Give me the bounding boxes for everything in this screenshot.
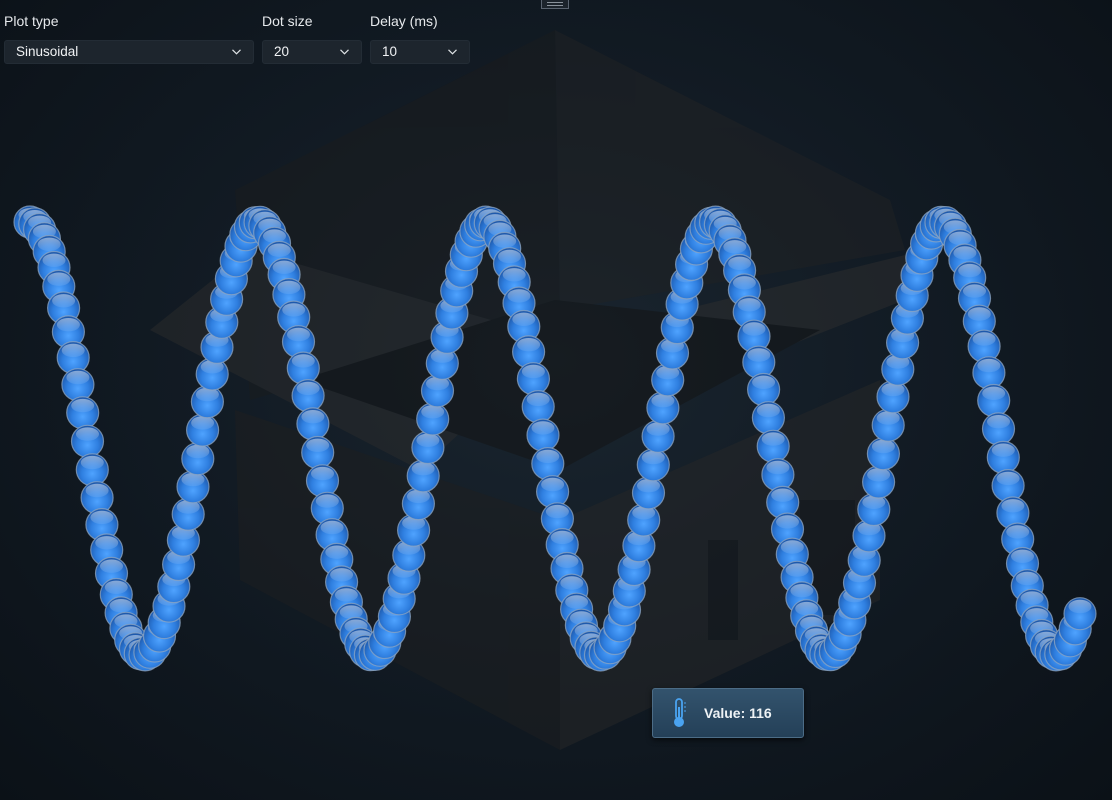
plot-dot [756,429,790,463]
plot-dot [75,453,109,487]
plot-dot [526,418,560,452]
plot-dot [181,442,215,476]
plot-dot [531,447,565,481]
plot-dot [296,407,330,441]
plot-dot [871,408,905,442]
plot-dot [176,470,210,504]
value-tooltip: Value: 116 [652,688,804,738]
plot-dot [641,419,675,453]
plot-dot [876,380,910,414]
plot-dot [861,465,896,499]
plot-dot [751,401,786,435]
plot-dot [991,469,1025,503]
plot-dot [70,424,105,458]
plot-dot [981,412,1016,446]
plot-dot [190,385,224,419]
app-window: Plot type Sinusoidal Dot size 20 Delay (… [0,0,1112,800]
plot-dot [742,345,776,379]
plot-dot [411,430,445,465]
plot-dot [291,379,325,413]
plot-dot [420,374,455,408]
plot-dot [305,464,340,498]
plot-dot [401,487,435,521]
plot-dot [186,413,220,447]
plot-dot [171,497,205,531]
plot-dot [406,459,440,493]
plot-dot [516,362,551,396]
plot-dot [857,492,891,527]
plot-dot [986,440,1020,474]
plot-dot [627,503,661,537]
plot-dot [977,383,1011,418]
sinusoidal-dot-plot [13,205,1097,672]
plot-dot [286,351,320,385]
plot-dot [61,368,95,402]
plot-dot [1063,597,1097,631]
plot-dot [521,390,555,424]
plot-dot [636,448,670,482]
plot-dot [972,356,1006,390]
plot-dot [866,437,901,471]
tooltip-value-label: Value: 116 [704,705,772,721]
plot-dot [631,476,666,510]
plot-dot [646,391,680,425]
plot-dot [746,372,781,407]
plot-dot [301,435,335,470]
plot-dot [416,402,450,436]
plot-dot [761,458,795,492]
plot-dot [66,396,100,430]
plot-dot [535,475,570,509]
thermometer-icon [674,698,686,727]
